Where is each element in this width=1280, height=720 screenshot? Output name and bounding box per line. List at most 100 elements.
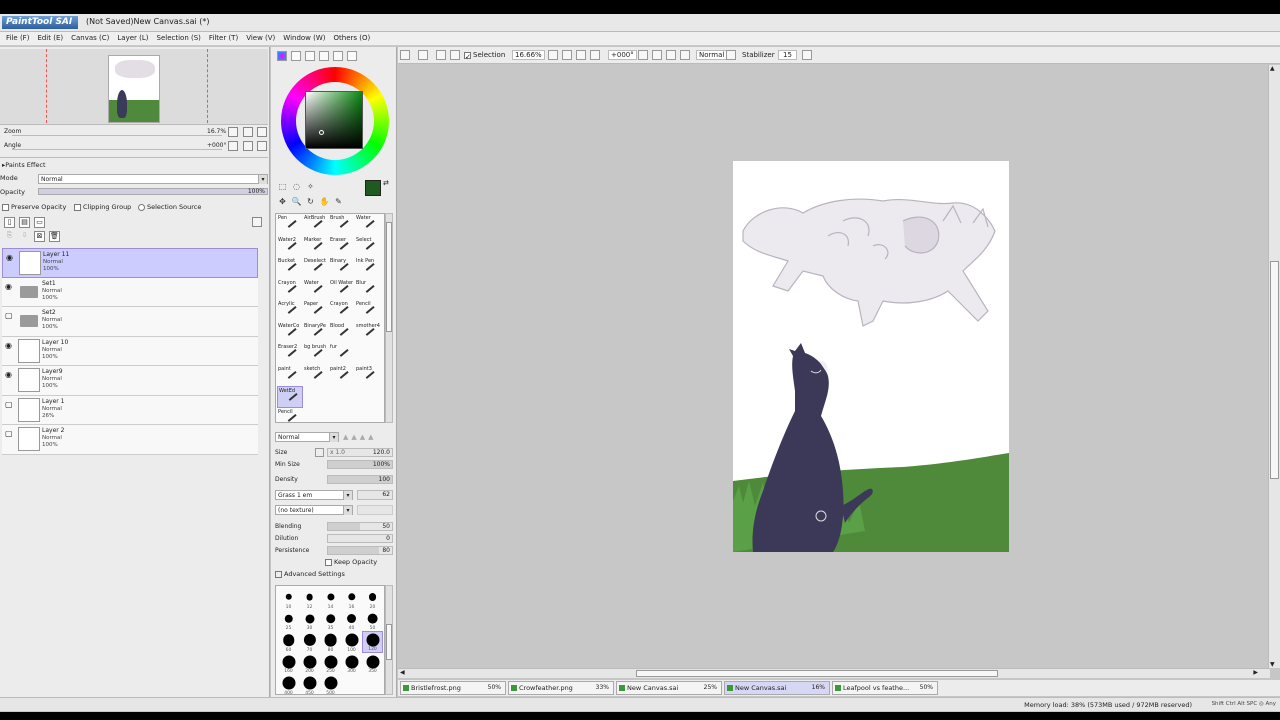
size-slider[interactable]: x 1.0 120.0	[327, 448, 393, 457]
swatches-icon[interactable]	[319, 51, 329, 61]
brush-scrollbar[interactable]	[385, 213, 393, 423]
brush-shape-select[interactable]: Grass 1 em ▾	[275, 490, 353, 500]
brush-texture-select[interactable]: (no texture) ▾	[275, 505, 353, 515]
brush-tool[interactable]: Crayon	[329, 300, 355, 322]
rect-select-icon[interactable]: ⬚	[277, 181, 288, 192]
brush-tool[interactable]: Pen	[277, 214, 303, 236]
tips-scrollbar[interactable]	[385, 585, 393, 695]
brush-tool[interactable]	[355, 343, 381, 365]
rotate-ccw-icon[interactable]	[638, 50, 648, 60]
menu-window[interactable]: Window (W)	[283, 32, 333, 45]
layer-row[interactable]: ▢ Layer 2 Normal 100%	[2, 425, 258, 455]
rotate-icon[interactable]: ↻	[305, 196, 316, 207]
zoom-reset-button[interactable]	[257, 127, 267, 137]
dilution-slider[interactable]: 0	[327, 534, 393, 543]
navigator-preview[interactable]	[0, 49, 268, 125]
brush-tool[interactable]	[355, 386, 381, 408]
blend-mode-arrow-icon[interactable]	[726, 50, 736, 60]
eyedropper-icon[interactable]: ✎	[333, 196, 344, 207]
lasso-icon[interactable]: ◌	[291, 181, 302, 192]
deselect-icon[interactable]	[400, 50, 410, 60]
document-tab[interactable]: New Canvas.sai 25%	[616, 681, 722, 695]
size-multiplier-button[interactable]	[315, 448, 324, 457]
document-tab[interactable]: Leafpool vs feathe... 50%	[832, 681, 938, 695]
brush-tool[interactable]: Eraser2	[277, 343, 303, 365]
eye-icon[interactable]: ◉	[5, 370, 15, 379]
brush-size-tip[interactable]: 12	[299, 588, 320, 610]
brush-size-tip[interactable]: 500	[320, 674, 341, 696]
hand-icon[interactable]: ✋	[319, 196, 330, 207]
copy-layer-icon[interactable]: ⎘	[4, 231, 15, 242]
brush-tool[interactable]: Oil Water	[329, 279, 355, 301]
brush-tool[interactable]	[329, 386, 355, 408]
brush-size-tip[interactable]: 25	[278, 610, 299, 631]
brush-shape-strength[interactable]: 62	[357, 490, 393, 500]
brush-size-tip[interactable]: 10	[278, 588, 299, 610]
view-blend-mode[interactable]: Normal	[696, 50, 728, 60]
document-tab[interactable]: Bristlefrost.png 50%	[400, 681, 506, 695]
brush-tool[interactable]	[303, 386, 329, 408]
brush-tool[interactable]: fur	[329, 343, 355, 365]
layer-row[interactable]: ▢ Layer 1 Normal 26%	[2, 395, 258, 425]
clear-layer-icon[interactable]: ⊠	[34, 231, 45, 242]
layer-panel-menu-button[interactable]	[252, 217, 262, 227]
artwork-canvas[interactable]	[733, 161, 1009, 552]
horizontal-scrollbar[interactable]: ◀ ▶	[398, 668, 1270, 678]
brush-tool[interactable]: paint	[277, 365, 303, 387]
hsv-slider-icon[interactable]	[305, 51, 315, 61]
zoom-actual-icon[interactable]	[590, 50, 600, 60]
blending-slider[interactable]: 50	[327, 522, 393, 531]
brush-tool[interactable]: Eraser	[329, 236, 355, 258]
brush-tool[interactable]: WaterCo	[277, 322, 303, 344]
document-tab[interactable]: New Canvas.sai 16%	[724, 681, 830, 695]
angle-combobox[interactable]: +000°	[608, 50, 637, 60]
brush-tool[interactable]: Blur	[355, 279, 381, 301]
brush-tool[interactable]: Water	[303, 279, 329, 301]
menu-others[interactable]: Others (O)	[334, 32, 379, 45]
brush-tool[interactable]: AirBrush	[303, 214, 329, 236]
brush-tool[interactable]: Acrylic	[277, 300, 303, 322]
canvas-viewport[interactable]	[398, 65, 1270, 668]
brush-mode-select[interactable]: Normal ▾	[275, 432, 339, 442]
eye-hidden-icon[interactable]: ▢	[5, 400, 15, 409]
scroll-up-icon[interactable]: ▲	[1270, 65, 1275, 72]
reset-rotation-icon[interactable]	[666, 50, 676, 60]
zoom-out-button[interactable]	[228, 127, 238, 137]
brush-tool[interactable]	[329, 408, 355, 430]
new-layer-icon[interactable]: ▯	[4, 217, 15, 228]
persistence-slider[interactable]: 80	[327, 546, 393, 555]
intermediate-color-icon[interactable]	[347, 51, 357, 61]
brush-tool[interactable]: bg brush	[303, 343, 329, 365]
density-slider[interactable]: 100	[327, 475, 393, 484]
brush-size-tip[interactable]: 450	[299, 674, 320, 696]
scroll-down-icon[interactable]: ▼	[1270, 661, 1275, 668]
layer-row[interactable]: ◉ Layer 11 Normal 100%	[2, 248, 258, 278]
selection-toggle[interactable]: ✓ Selection	[464, 51, 505, 61]
eye-hidden-icon[interactable]: ▢	[5, 429, 15, 438]
brush-tool[interactable]: BinaryPe	[303, 322, 329, 344]
brush-tool[interactable]: paint3	[355, 365, 381, 387]
keep-opacity-checkbox[interactable]: Keep Opacity	[325, 558, 377, 566]
menu-filter[interactable]: Filter (T)	[209, 32, 246, 45]
brush-tool[interactable]: sketch	[303, 365, 329, 387]
horizontal-scroll-thumb[interactable]	[636, 670, 998, 677]
vertical-scroll-thumb[interactable]	[1270, 261, 1279, 479]
min-size-slider[interactable]: 100%	[327, 460, 393, 469]
document-tab[interactable]: Crowfeather.png 33%	[508, 681, 614, 695]
scroll-right-icon[interactable]: ▶	[1253, 669, 1258, 676]
selection-visibility-icon[interactable]	[436, 50, 446, 60]
saturation-value-square[interactable]	[305, 91, 363, 149]
brush-tool[interactable]: Marker	[303, 236, 329, 258]
zoom-slider[interactable]	[12, 135, 222, 136]
brush-tool[interactable]: Ink Pen	[355, 257, 381, 279]
rotate-left-button[interactable]	[228, 141, 238, 151]
brush-size-tip[interactable]: 350	[362, 653, 383, 674]
layer-row[interactable]: ◉ Layer9 Normal 100%	[2, 366, 258, 396]
brush-size-tip[interactable]: 30	[299, 610, 320, 631]
brush-size-tip[interactable]: 70	[299, 631, 320, 653]
scroll-left-icon[interactable]: ◀	[400, 669, 405, 676]
layer-row[interactable]: ◉ Set1 Normal 100%	[2, 277, 258, 307]
rotate-cw-icon[interactable]	[652, 50, 662, 60]
brush-size-tip[interactable]: 35	[320, 610, 341, 631]
vertical-scrollbar[interactable]: ▲ ▼	[1268, 65, 1280, 668]
